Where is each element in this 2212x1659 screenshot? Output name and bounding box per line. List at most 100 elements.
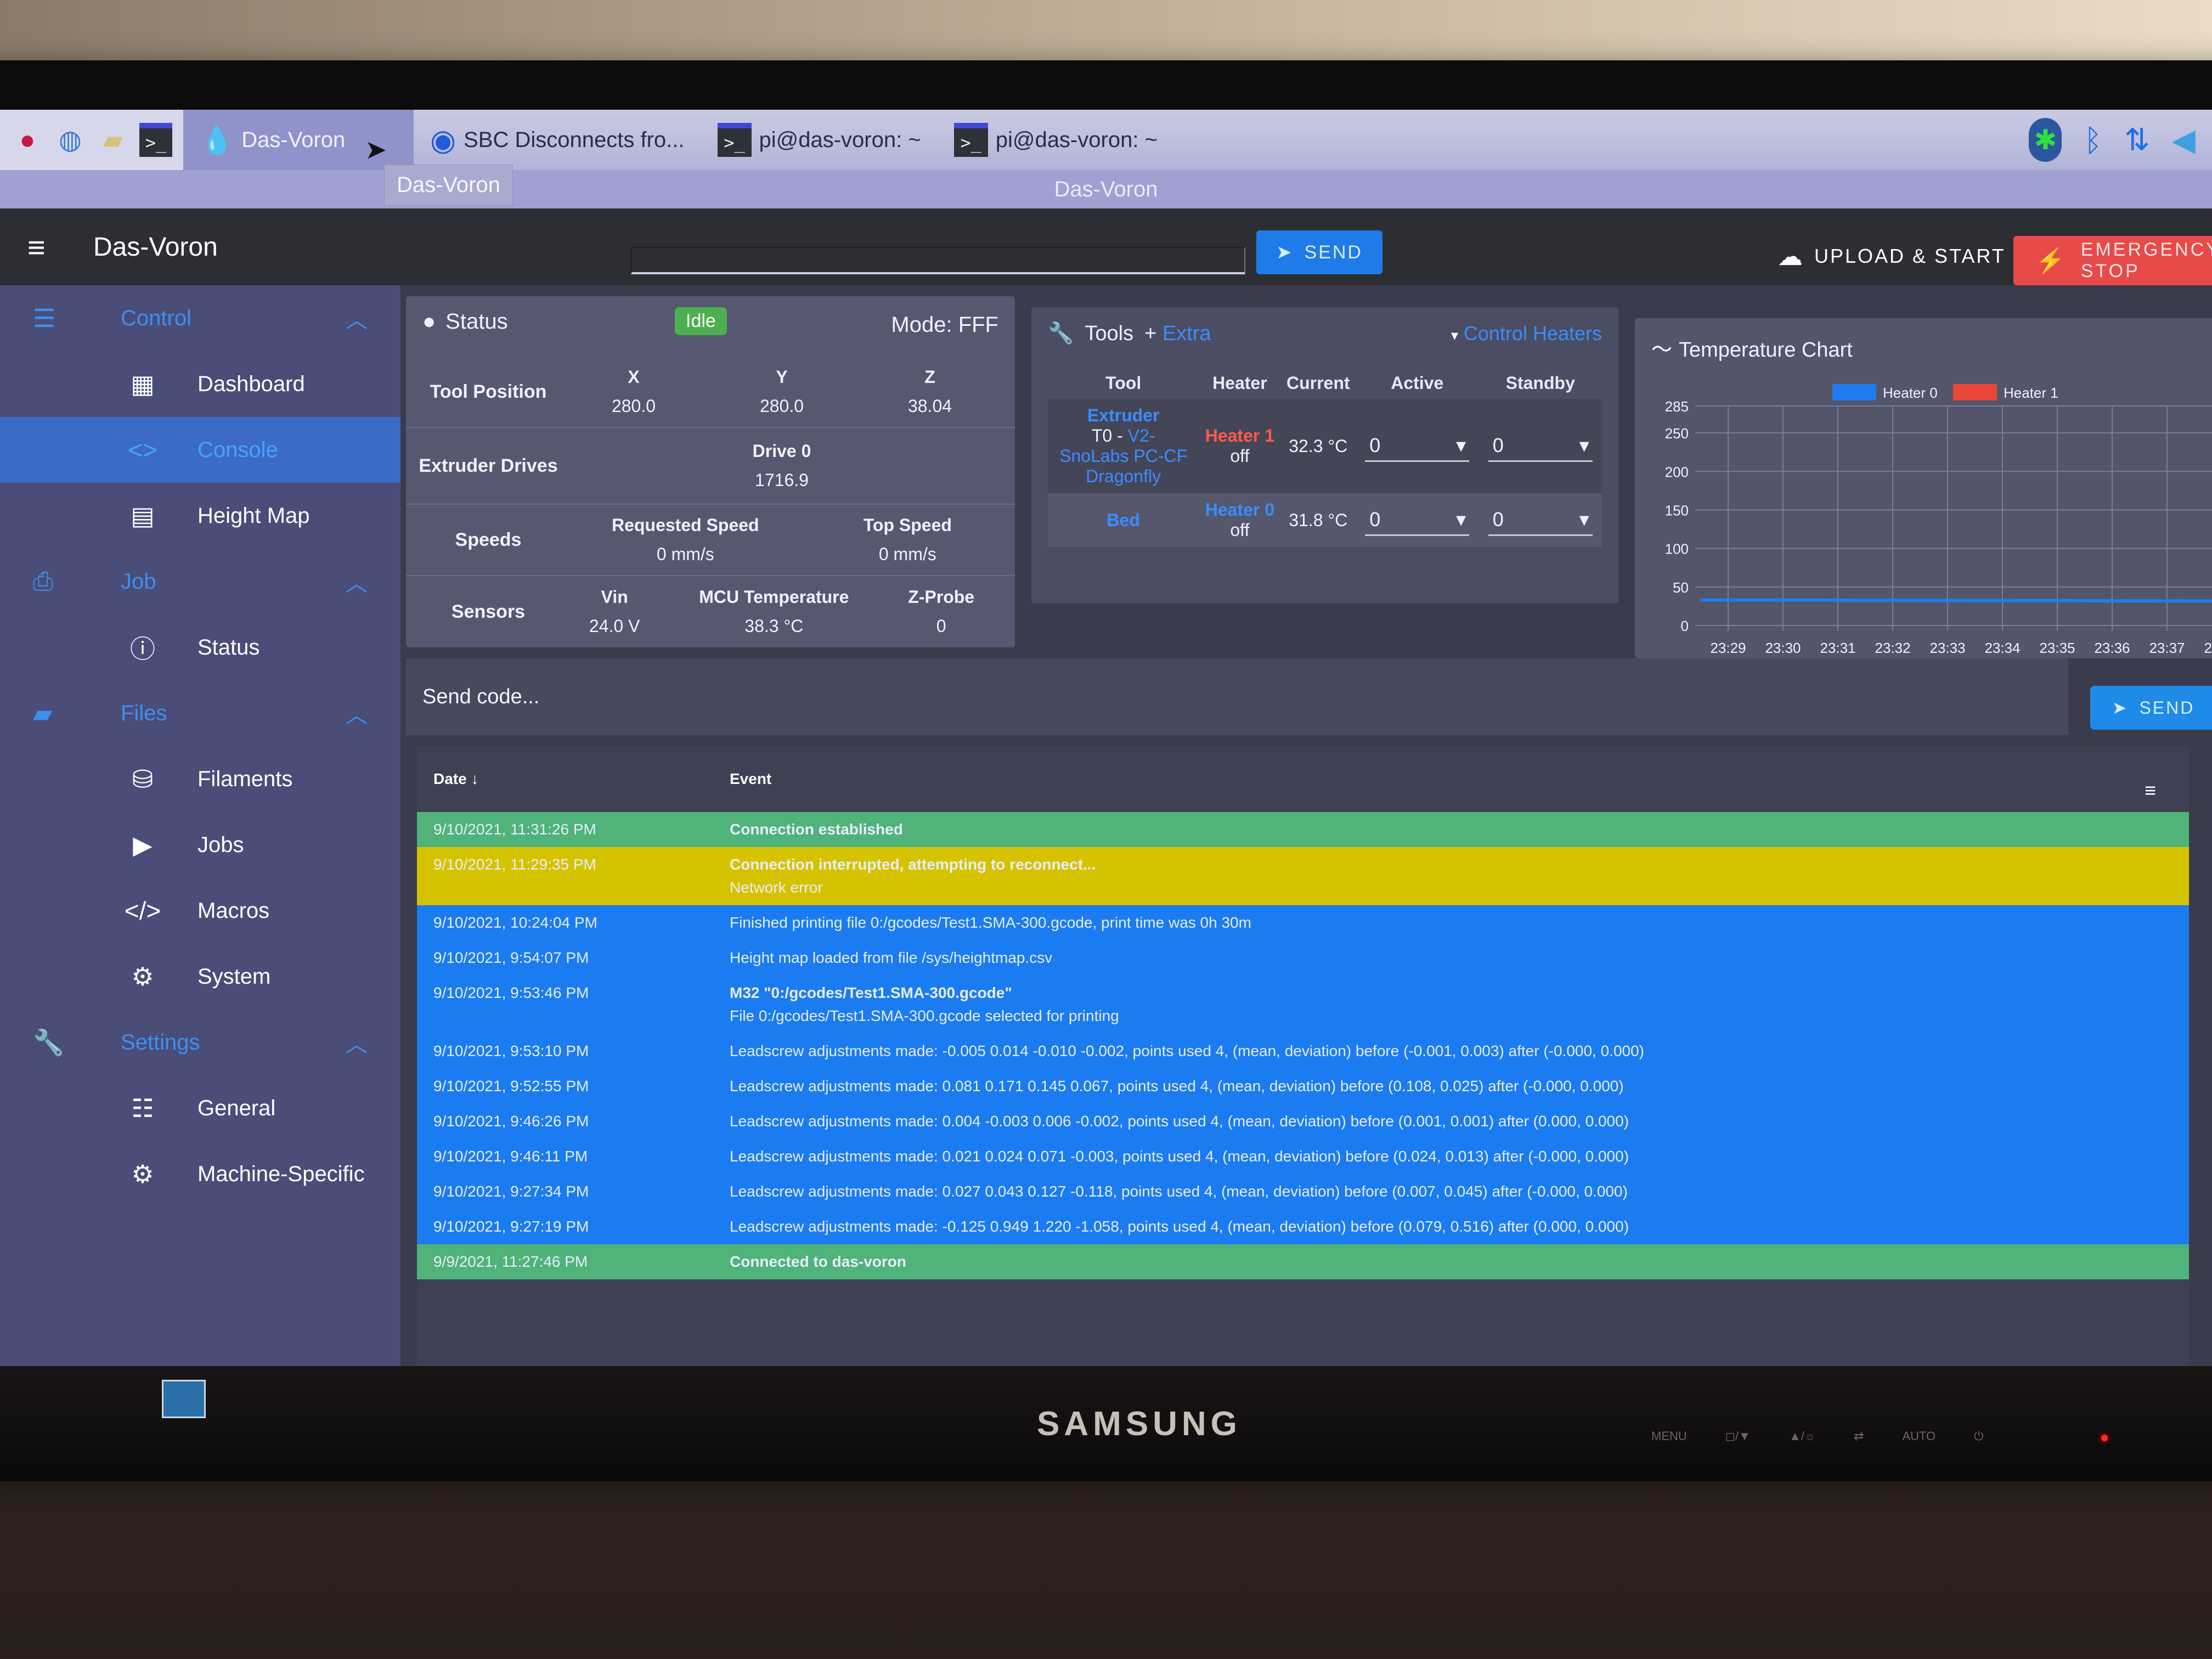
dashboard-icon: ▦ bbox=[131, 370, 155, 398]
sidebar-group-settings[interactable]: 🔧 Settings ︿ bbox=[0, 1009, 400, 1075]
upload-start-button[interactable]: ☁ UPLOAD & START bbox=[1778, 241, 2006, 271]
sort-down-icon: ↓ bbox=[471, 770, 479, 787]
sidebar-item-status[interactable]: ⓘ Status bbox=[0, 614, 400, 680]
emergency-stop-button[interactable]: ⚡ EMERGENCY STOP bbox=[2013, 236, 2212, 285]
status-title-label: Status bbox=[445, 309, 508, 334]
sidebar-item-macros[interactable]: </> Macros bbox=[0, 878, 400, 944]
current-temp: 32.3 °C bbox=[1289, 436, 1348, 456]
task-terminal-2[interactable]: >_ pi@das-voron: ~ bbox=[938, 110, 1174, 170]
active-temp-select[interactable]: 0 bbox=[1365, 505, 1470, 536]
heater-link[interactable]: Heater 0 bbox=[1199, 500, 1280, 520]
log-message: Height map loaded from file /sys/heightm… bbox=[730, 949, 1053, 966]
y-tick-label: 150 bbox=[1665, 502, 1689, 518]
sidebar-group-job[interactable]: ⎙ Job ︿ bbox=[0, 549, 400, 614]
launcher-area: ● ◍ ▰ >_ bbox=[0, 110, 183, 170]
network-transfer-icon[interactable]: ⇅ bbox=[2124, 122, 2150, 158]
log-entry: 9/10/2021, 9:53:46 PM M32 "0:/gcodes/Test… bbox=[417, 975, 2189, 1034]
monitor-button-menu[interactable]: MENU bbox=[1651, 1429, 1687, 1443]
code-input[interactable] bbox=[631, 247, 1245, 274]
control-heaters-dropdown[interactable]: ▾ Control Heaters bbox=[1451, 322, 1602, 345]
filament-link[interactable]: Dragonfly bbox=[1048, 466, 1199, 487]
chevron-up-icon: ︿ bbox=[346, 1032, 368, 1057]
bluetooth-icon[interactable]: ᛒ bbox=[2084, 122, 2102, 158]
sidebar-group-control[interactable]: ☰ Control ︿ bbox=[0, 285, 400, 351]
task-terminal-1[interactable]: >_ pi@das-voron: ~ bbox=[701, 110, 938, 170]
filament-link[interactable]: V2- bbox=[1128, 426, 1155, 445]
heater-link[interactable]: Heater 1 bbox=[1199, 426, 1280, 446]
row-label: Sensors bbox=[451, 601, 526, 622]
console-code-input[interactable]: Send code... bbox=[406, 658, 2068, 735]
log-entry: 9/10/2021, 9:46:26 PM Leadscrew adjustmen… bbox=[417, 1104, 2189, 1139]
log-event: Leadscrew adjustments made: 0.081 0.171 … bbox=[730, 1077, 1624, 1095]
log-event: M32 "0:/gcodes/Test1.SMA-300.gcode" File … bbox=[730, 984, 1119, 1025]
log-entry: 9/10/2021, 11:31:26 PM Connection establi… bbox=[417, 812, 2189, 847]
date-column-header[interactable]: Date ↓ bbox=[433, 770, 730, 788]
tools-title: Tools bbox=[1085, 321, 1134, 345]
screen: ● ◍ ▰ >_ 💧 Das-Voron ◉ SBC Disconnects f… bbox=[0, 110, 2212, 1366]
sidebar-item-filaments[interactable]: ⛁ Filaments bbox=[0, 746, 400, 812]
web-browser-icon[interactable]: ◍ bbox=[54, 121, 87, 159]
log-entry: 9/10/2021, 9:27:19 PM Leadscrew adjustmen… bbox=[417, 1209, 2189, 1244]
task-label: pi@das-voron: ~ bbox=[995, 127, 1158, 152]
log-menu-icon[interactable]: ≡ bbox=[2145, 779, 2156, 802]
sidebar-item-jobs[interactable]: ▶ Jobs bbox=[0, 812, 400, 878]
sensors-row: Sensors Vin 24.0 V MCU Temperature 38.3 °C… bbox=[406, 576, 1015, 647]
raspberry-menu-icon[interactable]: ● bbox=[11, 121, 44, 159]
log-header: Date ↓ Event ≡ bbox=[417, 746, 2189, 812]
standby-temp-select[interactable]: 0 bbox=[1488, 505, 1593, 536]
send-code-button[interactable]: ➤ SEND bbox=[1256, 230, 1383, 274]
monitor-button-up-brightness[interactable]: ▲/☼ bbox=[1789, 1429, 1815, 1443]
log-event: Leadscrew adjustments made: 0.027 0.043 … bbox=[730, 1183, 1628, 1200]
database-icon: ⛁ bbox=[132, 765, 154, 793]
speeds-row: Speeds Requested Speed 0 mm/s Top Speed 0 … bbox=[406, 505, 1015, 576]
system-tray: ✱ ᛒ ⇅ ◀ bbox=[2029, 118, 2212, 162]
tool-name-link[interactable]: Bed bbox=[1048, 510, 1199, 531]
log-message: Leadscrew adjustments made: -0.125 0.949… bbox=[730, 1218, 1629, 1235]
app-title: Das-Voron bbox=[93, 232, 218, 262]
window-title: Das-Voron bbox=[0, 170, 2212, 208]
x-tick-label: 23:35 bbox=[2039, 640, 2075, 656]
sidebar-item-console[interactable]: <> Console bbox=[0, 417, 400, 483]
terminal-icon: >_ bbox=[717, 123, 752, 157]
menu-toggle-icon[interactable]: ≡ bbox=[27, 229, 60, 265]
monitor-button-source-down[interactable]: ◻/▼ bbox=[1725, 1429, 1751, 1443]
requested-speed: Requested Speed 0 mm/s bbox=[612, 515, 759, 564]
log-date: 9/10/2021, 9:53:10 PM bbox=[433, 1042, 589, 1059]
filament-link[interactable]: SnoLabs PC-CF bbox=[1048, 446, 1199, 466]
standby-temp-select[interactable]: 0 bbox=[1488, 431, 1593, 462]
sensor-z-probe: Z-Probe 0 bbox=[908, 587, 975, 636]
sidebar-item-height-map[interactable]: ▤ Height Map bbox=[0, 483, 400, 549]
console-send-button[interactable]: ➤ SEND bbox=[2090, 686, 2212, 730]
bluetooth-connected-icon[interactable]: ✱ bbox=[2029, 118, 2062, 162]
temperature-chart-panel: Temperature Chart 〜 Heater 0 Heater 1 0 50 100… bbox=[1635, 318, 2212, 658]
event-column-header: Event bbox=[730, 770, 772, 787]
log-date: 9/10/2021, 11:29:35 PM bbox=[433, 856, 596, 873]
sidebar-item-system[interactable]: ⚙ System bbox=[0, 944, 400, 1009]
monitor-button-input[interactable]: ⇄ bbox=[1854, 1429, 1864, 1443]
y-tick-label: 0 bbox=[1681, 618, 1689, 634]
monitor-button-power[interactable]: ⏻ bbox=[1974, 1429, 1983, 1443]
sidebar-item-machine-specific[interactable]: ⚙ Machine-Specific bbox=[0, 1141, 400, 1207]
log-message: Network error bbox=[730, 879, 823, 896]
sidebar: ☰ Control ︿ ▦ Dashboard <> Console ▤ Hei… bbox=[0, 285, 400, 1366]
tool-name-link[interactable]: Extruder bbox=[1048, 405, 1199, 426]
log-entry: 9/10/2021, 10:24:04 PM Finished printing … bbox=[417, 905, 2189, 940]
sidebar-item-general[interactable]: ☷ General bbox=[0, 1075, 400, 1141]
chevron-up-icon: ︿ bbox=[346, 572, 368, 596]
active-temp-select[interactable]: 0 bbox=[1365, 431, 1470, 462]
current-temp: 31.8 °C bbox=[1289, 510, 1348, 530]
send-label: SEND bbox=[1304, 241, 1363, 263]
item-label: Dashboard bbox=[198, 371, 305, 396]
sidebar-item-dashboard[interactable]: ▦ Dashboard bbox=[0, 351, 400, 417]
file-manager-icon[interactable]: ▰ bbox=[97, 121, 129, 159]
tool-row-bed: Bed Heater 0 off 31.8 °C 0 0 bbox=[1048, 493, 1602, 547]
log-event: Finished printing file 0:/gcodes/Test1.S… bbox=[730, 914, 1251, 932]
sidebar-group-files[interactable]: ▰ Files ︿ bbox=[0, 680, 400, 746]
monitor-button-auto[interactable]: AUTO bbox=[1902, 1429, 1936, 1443]
status-panel: ● Status Idle Mode: FFF Tool Position X2… bbox=[406, 296, 1015, 647]
terminal-launcher-icon[interactable]: >_ bbox=[139, 121, 172, 159]
x-tick-label: 23:33 bbox=[1929, 640, 1965, 656]
extra-button[interactable]: + Extra bbox=[1144, 322, 1211, 346]
volume-icon[interactable]: ◀ bbox=[2172, 122, 2196, 158]
task-sbc-disconnects[interactable]: ◉ SBC Disconnects fro... bbox=[414, 110, 701, 170]
